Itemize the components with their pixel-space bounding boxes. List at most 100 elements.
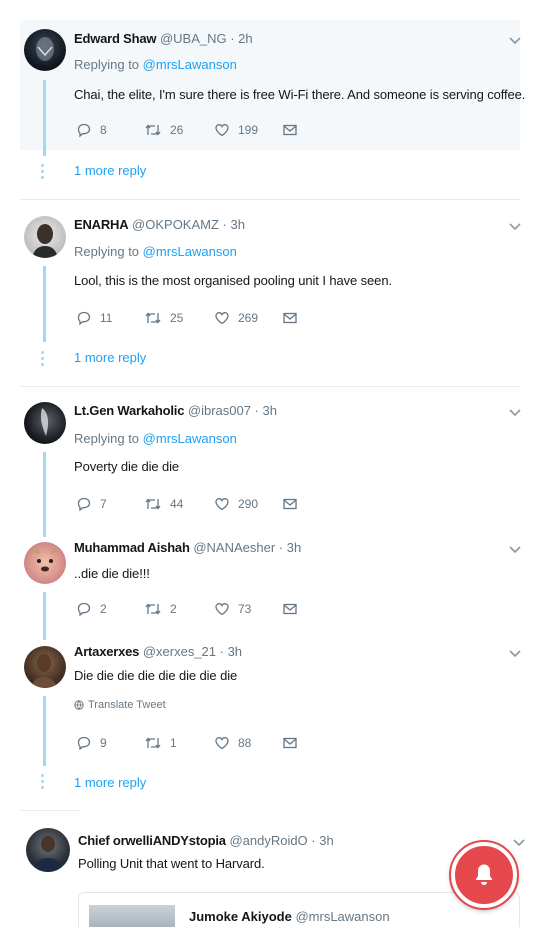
tweet-actions: 7 44 290 [74,494,314,514]
avatar[interactable] [24,29,66,71]
replying-to: Replying to @mrsLawanson [74,244,237,259]
tweet-text: Poverty die die die [74,459,180,474]
avatar[interactable] [24,402,66,444]
tweet-text: Lool, this is the most organised pooling… [74,273,392,288]
tweet-header: Lt.Gen Warkaholic @ibras007 · 3h [74,403,277,418]
reply-count: 2 [100,602,107,616]
author-handle-time[interactable]: @xerxes_21 · 3h [143,644,242,659]
replying-handle-link[interactable]: @mrsLawanson [143,244,237,259]
thread-dots [41,164,44,182]
chevron-down-icon[interactable] [508,408,522,418]
translate-tweet-link[interactable]: Translate Tweet [74,699,166,711]
tweet-actions: 8 26 199 [74,120,314,140]
bell-icon [475,864,493,885]
reply-button[interactable]: 11 [76,308,112,328]
author-handle-time[interactable]: @UBA_NG · 2h [160,31,253,46]
avatar[interactable] [24,646,66,688]
avatar-image [31,654,57,688]
direct-message-button[interactable] [282,120,298,140]
reply-count: 9 [100,736,107,750]
envelope-icon [283,603,297,615]
like-button[interactable]: 290 [214,494,258,514]
thread-line [43,266,46,342]
author-handle-time[interactable]: @OKPOKAMZ · 3h [132,217,245,232]
like-button[interactable]: 269 [214,308,258,328]
avatar[interactable] [24,216,66,258]
like-button[interactable]: 88 [214,733,251,753]
direct-message-button[interactable] [282,494,298,514]
avatar-image [40,408,49,436]
heart-icon [215,312,229,325]
author-name[interactable]: Artaxerxes [74,644,139,659]
avatar-image [30,546,60,572]
retweet-icon [145,737,161,749]
retweet-button[interactable]: 44 [144,494,183,514]
retweet-count: 25 [170,311,184,325]
retweet-button[interactable]: 26 [144,120,183,140]
reply-button[interactable]: 9 [76,733,107,753]
retweet-icon [145,603,161,615]
reply-icon [77,123,91,138]
quoted-tweet-header: Jumoke Akiyode @mrsLawanson [189,909,390,924]
heart-icon [215,498,229,511]
heart-icon [215,124,229,137]
reply-button[interactable]: 7 [76,494,107,514]
replying-to: Replying to @mrsLawanson [74,431,237,446]
more-replies-link[interactable]: 1 more reply [74,163,146,178]
divider [20,810,80,811]
author-handle-time[interactable]: @NANAesher · 3h [193,540,301,555]
direct-message-button[interactable] [282,599,298,619]
replying-to: Replying to @mrsLawanson [74,57,237,72]
thread-line [43,696,46,766]
more-replies-link[interactable]: 1 more reply [74,775,146,790]
envelope-icon [283,124,297,136]
reply-count: 7 [100,497,107,511]
retweet-button[interactable]: 1 [144,733,177,753]
avatar[interactable] [24,542,66,584]
notification-bell-button[interactable] [449,840,519,910]
author-name[interactable]: Edward Shaw [74,31,157,46]
like-button[interactable]: 199 [214,120,258,140]
like-count: 290 [238,497,259,511]
author-handle-time[interactable]: @andyRoidO · 3h [229,833,333,848]
tweet-header: ENARHA @OKPOKAMZ · 3h [74,217,245,232]
replying-label: Replying to [74,244,140,259]
reply-icon [77,311,91,326]
replying-handle-link[interactable]: @mrsLawanson [143,57,237,72]
chevron-down-icon[interactable] [508,36,522,46]
like-count: 88 [238,736,252,750]
reply-button[interactable]: 2 [76,599,107,619]
like-button[interactable]: 73 [214,599,251,619]
author-name[interactable]: ENARHA [74,217,129,232]
chevron-down-icon[interactable] [508,545,522,555]
quoted-tweet[interactable]: Jumoke Akiyode @mrsLawanson [78,892,520,927]
thread-line [43,80,46,156]
divider [20,199,520,200]
globe-icon [74,700,84,710]
reply-icon [77,602,91,617]
thread-line [43,592,46,640]
translate-label: Translate Tweet [88,699,166,711]
chevron-down-icon[interactable] [508,222,522,232]
like-count: 269 [238,311,259,325]
tweet-actions: 2 2 73 [74,599,314,619]
author-handle-time[interactable]: @ibras007 · 3h [188,403,277,418]
reply-icon [77,736,91,751]
direct-message-button[interactable] [282,733,298,753]
author-name[interactable]: Muhammad Aishah [74,540,190,555]
tweet-header: Edward Shaw @UBA_NG · 2h [74,31,253,46]
more-replies-link[interactable]: 1 more reply [74,350,146,365]
heart-icon [215,737,229,750]
retweet-button[interactable]: 2 [144,599,177,619]
author-name[interactable]: Chief orwelliANDYstopia [78,833,226,848]
chevron-down-icon[interactable] [508,649,522,659]
tweet-actions: 11 25 269 [74,308,314,328]
direct-message-button[interactable] [282,308,298,328]
chevron-down-icon[interactable] [512,838,526,848]
avatar[interactable] [26,828,70,872]
replying-handle-link[interactable]: @mrsLawanson [143,431,237,446]
author-name[interactable]: Lt.Gen Warkaholic [74,403,184,418]
retweet-button[interactable]: 25 [144,308,183,328]
reply-button[interactable]: 8 [76,120,107,140]
reply-count: 11 [100,311,113,325]
